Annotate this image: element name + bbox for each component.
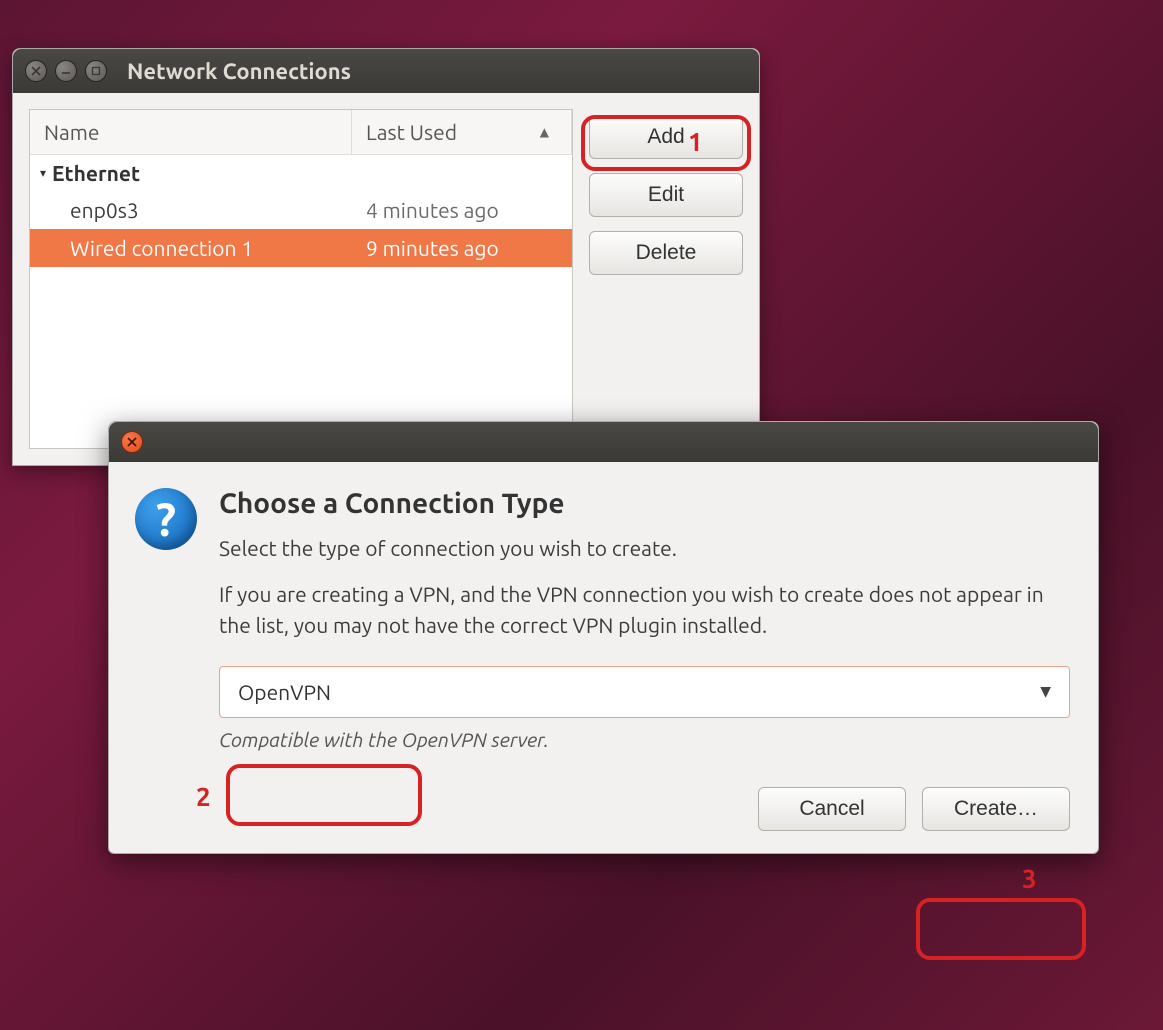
connection-name: enp0s3 (30, 191, 352, 229)
delete-button[interactable]: Delete (589, 231, 743, 275)
window-body: Name Last Used ▲ ▾ Ethernet enp0s3 4 min… (13, 93, 759, 465)
titlebar[interactable] (109, 422, 1098, 462)
table-row[interactable]: enp0s3 4 minutes ago (30, 191, 572, 229)
dialog-body: ? Choose a Connection Type Select the ty… (109, 462, 1098, 853)
dropdown-value: OpenVPN (238, 680, 331, 704)
annotation-number-3: 3 (1022, 864, 1037, 893)
network-connections-window: Network Connections Name Last Used ▲ ▾ E… (12, 48, 760, 466)
action-buttons: Add Edit Delete (589, 109, 743, 449)
dialog-text-1: Select the type of connection you wish t… (219, 533, 1070, 565)
table-row[interactable]: Wired connection 1 9 minutes ago (30, 229, 572, 267)
edit-button[interactable]: Edit (589, 173, 743, 217)
column-header-name[interactable]: Name (30, 110, 352, 154)
connection-type-dropdown[interactable]: OpenVPN ▼ (219, 666, 1070, 718)
question-icon: ? (135, 488, 197, 550)
annotation-box-3 (916, 898, 1086, 960)
close-icon[interactable] (121, 431, 143, 453)
connection-last-used: 9 minutes ago (352, 229, 572, 267)
dialog-title: Choose a Connection Type (219, 488, 1070, 519)
connection-name: Wired connection 1 (30, 229, 352, 267)
chevron-down-icon: ▼ (1040, 683, 1051, 700)
compat-text: Compatible with the OpenVPN server. (219, 728, 1070, 751)
add-button[interactable]: Add (589, 115, 743, 159)
maximize-icon[interactable] (85, 60, 107, 82)
create-button[interactable]: Create… (922, 787, 1070, 831)
choose-connection-type-dialog: ? Choose a Connection Type Select the ty… (108, 421, 1099, 854)
dialog-buttons: Cancel Create… (219, 787, 1070, 831)
titlebar[interactable]: Network Connections (13, 49, 759, 93)
window-title: Network Connections (127, 59, 351, 84)
group-ethernet[interactable]: ▾ Ethernet (30, 155, 572, 191)
minimize-icon[interactable] (55, 60, 77, 82)
column-header-last-used-label: Last Used (366, 120, 457, 144)
column-header-last-used[interactable]: Last Used ▲ (352, 110, 572, 154)
close-icon[interactable] (25, 60, 47, 82)
list-header: Name Last Used ▲ (30, 110, 572, 155)
dialog-text-2: If you are creating a VPN, and the VPN c… (219, 579, 1070, 642)
sort-asc-icon: ▲ (540, 125, 557, 139)
connection-last-used: 4 minutes ago (352, 191, 572, 229)
cancel-button[interactable]: Cancel (758, 787, 906, 831)
dialog-content: Choose a Connection Type Select the type… (219, 488, 1070, 831)
connections-list[interactable]: Name Last Used ▲ ▾ Ethernet enp0s3 4 min… (29, 109, 573, 449)
chevron-down-icon: ▾ (40, 166, 46, 180)
group-label: Ethernet (52, 161, 140, 185)
